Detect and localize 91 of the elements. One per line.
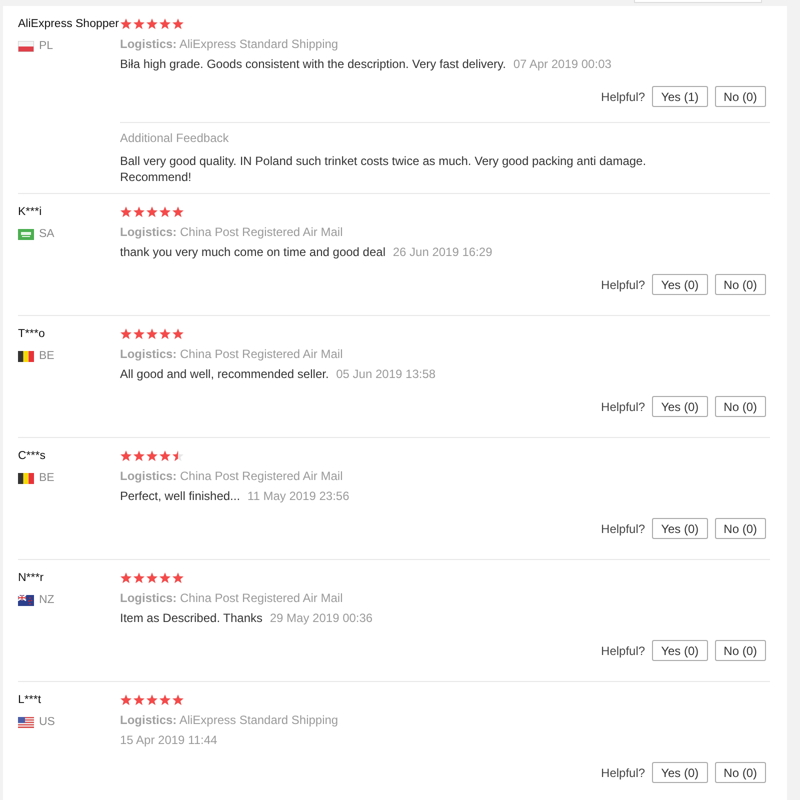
country-code: BE: [39, 472, 54, 484]
star-icon: [172, 328, 184, 340]
no-button[interactable]: No (0): [714, 762, 766, 783]
logistics-label: Logistics:: [120, 37, 177, 51]
country-code: BE: [39, 350, 54, 362]
country-code: NZ: [39, 594, 54, 606]
star-icon: [146, 694, 158, 706]
star-icon: [159, 694, 171, 706]
star-icon: [133, 206, 145, 218]
review-date: 26 Jun 2019 16:29: [392, 245, 492, 259]
helpful-label: Helpful?: [601, 766, 646, 780]
logistics-value: China Post Registered Air Mail: [180, 347, 343, 361]
review-date: 15 Apr 2019 11:44: [120, 733, 218, 747]
no-button[interactable]: No (0): [714, 518, 766, 539]
additional-feedback-title: Additional Feedback: [120, 130, 230, 146]
helpful-label: Helpful?: [601, 90, 646, 104]
star-icon: [159, 450, 171, 462]
logistics-value: AliExpress Standard Shipping: [179, 713, 338, 727]
review-text: Item as Described. Thanks: [120, 611, 263, 625]
no-button[interactable]: No (0): [714, 274, 766, 295]
review-date: 29 May 2019 00:36: [270, 611, 373, 625]
star-icon: [120, 328, 132, 340]
star-icon: [172, 450, 184, 462]
review-text: Perfect, well finished...: [120, 489, 240, 503]
review-date: 07 Apr 2019 00:03: [513, 57, 612, 71]
star-icon: [120, 572, 132, 584]
flag-icon: [18, 594, 34, 606]
star-icon: [146, 206, 158, 218]
reviewer-name: N***r: [18, 571, 45, 586]
no-button[interactable]: No (0): [714, 396, 766, 417]
star-icon: [172, 694, 184, 706]
star-icon: [133, 18, 145, 30]
star-icon: [146, 328, 158, 340]
yes-button[interactable]: Yes (0): [652, 762, 708, 783]
country-code: SA: [39, 228, 54, 240]
star-icon: [159, 18, 171, 30]
flag-icon: [18, 350, 34, 362]
country-code: PL: [39, 40, 54, 52]
review-text: All good and well, recommended seller.: [120, 367, 329, 381]
star-icon: [146, 572, 158, 584]
flag-icon: [18, 716, 34, 728]
star-icon: [133, 694, 145, 706]
reviewer-name: C***s: [18, 449, 46, 464]
logistics-label: Logistics:: [120, 713, 177, 727]
review-date: 11 May 2019 23:56: [247, 489, 350, 503]
star-icon: [172, 572, 184, 584]
review-date: 05 Jun 2019 13:58: [336, 367, 436, 381]
star-icon: [120, 694, 132, 706]
review-text: Biła high grade. Goods consistent with the description. Very fast delivery.: [120, 57, 506, 71]
logistics-label: Logistics:: [120, 225, 177, 239]
logistics-label: Logistics:: [120, 347, 177, 361]
reviewer-name: K***i: [18, 205, 43, 220]
star-icon: [133, 328, 145, 340]
yes-button[interactable]: Yes (0): [652, 518, 708, 539]
helpful-label: Helpful?: [601, 644, 646, 658]
star-icon: [120, 206, 132, 218]
reviewer-name: AliExpress Shopper: [18, 17, 120, 32]
star-icon: [159, 206, 171, 218]
review-text: thank you very much come on time and good deal: [120, 245, 386, 259]
star-icon: [159, 328, 171, 340]
flag-icon: [18, 40, 34, 52]
country-code: US: [39, 716, 55, 728]
logistics-value: China Post Registered Air Mail: [180, 225, 343, 239]
yes-button[interactable]: Yes (1): [652, 86, 708, 107]
reviewer-name: L***t: [18, 693, 42, 708]
star-icon: [120, 450, 132, 462]
logistics-value: China Post Registered Air Mail: [180, 591, 343, 605]
yes-button[interactable]: Yes (0): [652, 396, 708, 417]
additional-feedback-text: Ball very good quality. IN Poland such trinket costs twice as much. Very good packing anti damage. Recommend!: [120, 153, 648, 185]
flag-icon: [18, 472, 34, 484]
star-icon: [172, 206, 184, 218]
reviewer-name: T***o: [18, 327, 46, 342]
star-icon: [133, 450, 145, 462]
logistics-label: Logistics:: [120, 591, 177, 605]
star-icon: [172, 18, 184, 30]
yes-button[interactable]: Yes (0): [652, 640, 708, 661]
star-icon: [133, 572, 145, 584]
star-icon: [120, 18, 132, 30]
helpful-label: Helpful?: [601, 400, 646, 414]
logistics-value: China Post Registered Air Mail: [180, 469, 343, 483]
logistics-value: AliExpress Standard Shipping: [179, 37, 338, 51]
flag-icon: [18, 228, 34, 240]
helpful-label: Helpful?: [601, 522, 646, 536]
logistics-label: Logistics:: [120, 469, 177, 483]
no-button[interactable]: No (0): [714, 86, 766, 107]
star-icon: [146, 18, 158, 30]
yes-button[interactable]: Yes (0): [652, 274, 708, 295]
star-icon: [146, 450, 158, 462]
star-icon: [159, 572, 171, 584]
helpful-label: Helpful?: [601, 278, 646, 292]
no-button[interactable]: No (0): [714, 640, 766, 661]
